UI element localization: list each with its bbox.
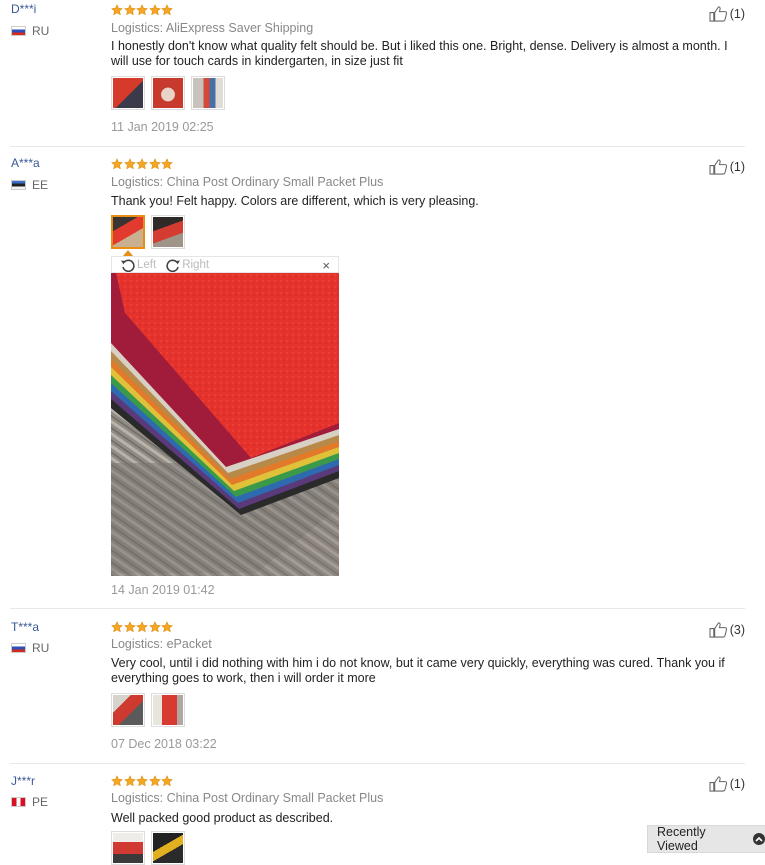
star-icon bbox=[136, 4, 148, 16]
review-photo-thumbnail[interactable] bbox=[111, 76, 145, 110]
star-rating bbox=[111, 158, 174, 170]
photo-viewer-toolbar: Left Right × bbox=[111, 256, 339, 273]
star-icon bbox=[149, 4, 161, 16]
star-icon bbox=[149, 775, 161, 787]
recently-viewed-button[interactable]: Recently Viewed bbox=[647, 825, 765, 853]
rotate-right-icon bbox=[166, 259, 181, 272]
divider bbox=[10, 608, 745, 609]
country-code: RU bbox=[32, 641, 50, 655]
flag-pe-icon bbox=[11, 797, 26, 807]
divider bbox=[10, 763, 745, 764]
star-rating bbox=[111, 775, 174, 787]
star-icon bbox=[111, 158, 123, 170]
rotate-right-label: Right bbox=[182, 258, 210, 271]
star-icon bbox=[111, 775, 123, 787]
helpful-count: (3) bbox=[729, 622, 745, 637]
helpful-button[interactable]: (3) bbox=[709, 621, 745, 638]
review-text: Thank you! Felt happy. Colors are differ… bbox=[111, 194, 479, 208]
logistics-info: Logistics: China Post Ordinary Small Pac… bbox=[111, 791, 384, 805]
review-date: 14 Jan 2019 01:42 bbox=[111, 583, 215, 597]
reviewer-country: EE bbox=[11, 178, 48, 192]
flag-ru-icon bbox=[11, 26, 26, 36]
rotate-left-icon bbox=[121, 259, 135, 272]
country-code: RU bbox=[32, 24, 50, 38]
review-text: Very cool, until i did nothing with him … bbox=[111, 656, 725, 685]
star-icon bbox=[149, 158, 161, 170]
review-date: 07 Dec 2018 03:22 bbox=[111, 737, 217, 751]
thumbs-up-icon bbox=[709, 621, 728, 638]
rotate-left-button[interactable]: Left bbox=[120, 258, 156, 272]
review-photo-thumbnail[interactable] bbox=[151, 76, 185, 110]
star-icon bbox=[161, 621, 173, 633]
flag-ru-icon bbox=[11, 643, 26, 653]
logistics-info: Logistics: AliExpress Saver Shipping bbox=[111, 21, 314, 35]
star-icon bbox=[161, 775, 173, 787]
review-photo-thumbnail[interactable] bbox=[151, 215, 185, 249]
reviewer-name[interactable]: A***a bbox=[11, 156, 40, 170]
reviewer-country: RU bbox=[11, 24, 49, 38]
rotate-right-button[interactable]: Right bbox=[165, 258, 209, 272]
review-photo-thumbnail[interactable] bbox=[151, 831, 185, 865]
reviewer-country: PE bbox=[11, 795, 48, 809]
star-icon bbox=[111, 621, 123, 633]
reviewer-name[interactable]: T***a bbox=[11, 620, 39, 634]
photo-viewer: Left Right × bbox=[111, 256, 339, 576]
review-photos bbox=[111, 215, 191, 249]
star-icon bbox=[111, 4, 123, 16]
helpful-button[interactable]: (1) bbox=[709, 775, 745, 792]
star-icon bbox=[161, 4, 173, 16]
star-icon bbox=[161, 158, 173, 170]
star-icon bbox=[124, 158, 136, 170]
reviewer-country: RU bbox=[11, 641, 49, 655]
review-photo-thumbnail[interactable] bbox=[151, 693, 185, 727]
flag-ee-icon bbox=[11, 180, 26, 190]
reviewer-name[interactable]: J***r bbox=[11, 774, 35, 788]
review-photo-large bbox=[111, 273, 339, 576]
country-code: EE bbox=[32, 178, 49, 192]
felt-sheets-photo bbox=[111, 273, 339, 576]
thumbs-up-icon bbox=[709, 775, 728, 792]
review-photos bbox=[111, 831, 191, 865]
helpful-button[interactable]: (1) bbox=[709, 5, 745, 22]
star-icon bbox=[124, 4, 136, 16]
star-icon bbox=[136, 158, 148, 170]
star-rating bbox=[111, 4, 174, 16]
thumbs-up-icon bbox=[709, 5, 728, 22]
review-photos bbox=[111, 693, 191, 727]
logistics-info: Logistics: ePacket bbox=[111, 637, 212, 651]
chevron-up-icon bbox=[753, 833, 765, 845]
review-text: I honestly don't know what quality felt … bbox=[111, 39, 728, 68]
divider bbox=[10, 146, 745, 147]
recently-viewed-label: Recently Viewed bbox=[657, 825, 706, 853]
review-photo-thumbnail[interactable] bbox=[191, 76, 225, 110]
helpful-count: (1) bbox=[729, 776, 745, 791]
review-date: 11 Jan 2019 02:25 bbox=[111, 120, 214, 134]
rotate-left-label: Left bbox=[137, 258, 157, 271]
review-photo-thumbnail-selected[interactable] bbox=[111, 215, 145, 249]
star-icon bbox=[136, 621, 148, 633]
review-text: Well packed good product as described. bbox=[111, 811, 334, 825]
review-photo-thumbnail[interactable] bbox=[111, 693, 145, 727]
helpful-count: (1) bbox=[729, 159, 745, 174]
logistics-info: Logistics: China Post Ordinary Small Pac… bbox=[111, 175, 384, 189]
review-photo-thumbnail[interactable] bbox=[111, 831, 145, 865]
thumbs-up-icon bbox=[709, 158, 728, 175]
country-code: PE bbox=[32, 795, 49, 809]
star-rating bbox=[111, 621, 174, 633]
helpful-count: (1) bbox=[729, 6, 745, 21]
helpful-button[interactable]: (1) bbox=[709, 158, 745, 175]
star-icon bbox=[124, 775, 136, 787]
close-icon[interactable]: × bbox=[322, 258, 330, 273]
star-icon bbox=[136, 775, 148, 787]
reviewer-name[interactable]: D***i bbox=[11, 2, 36, 16]
review-photos bbox=[111, 76, 231, 110]
star-icon bbox=[124, 621, 136, 633]
star-icon bbox=[149, 621, 161, 633]
